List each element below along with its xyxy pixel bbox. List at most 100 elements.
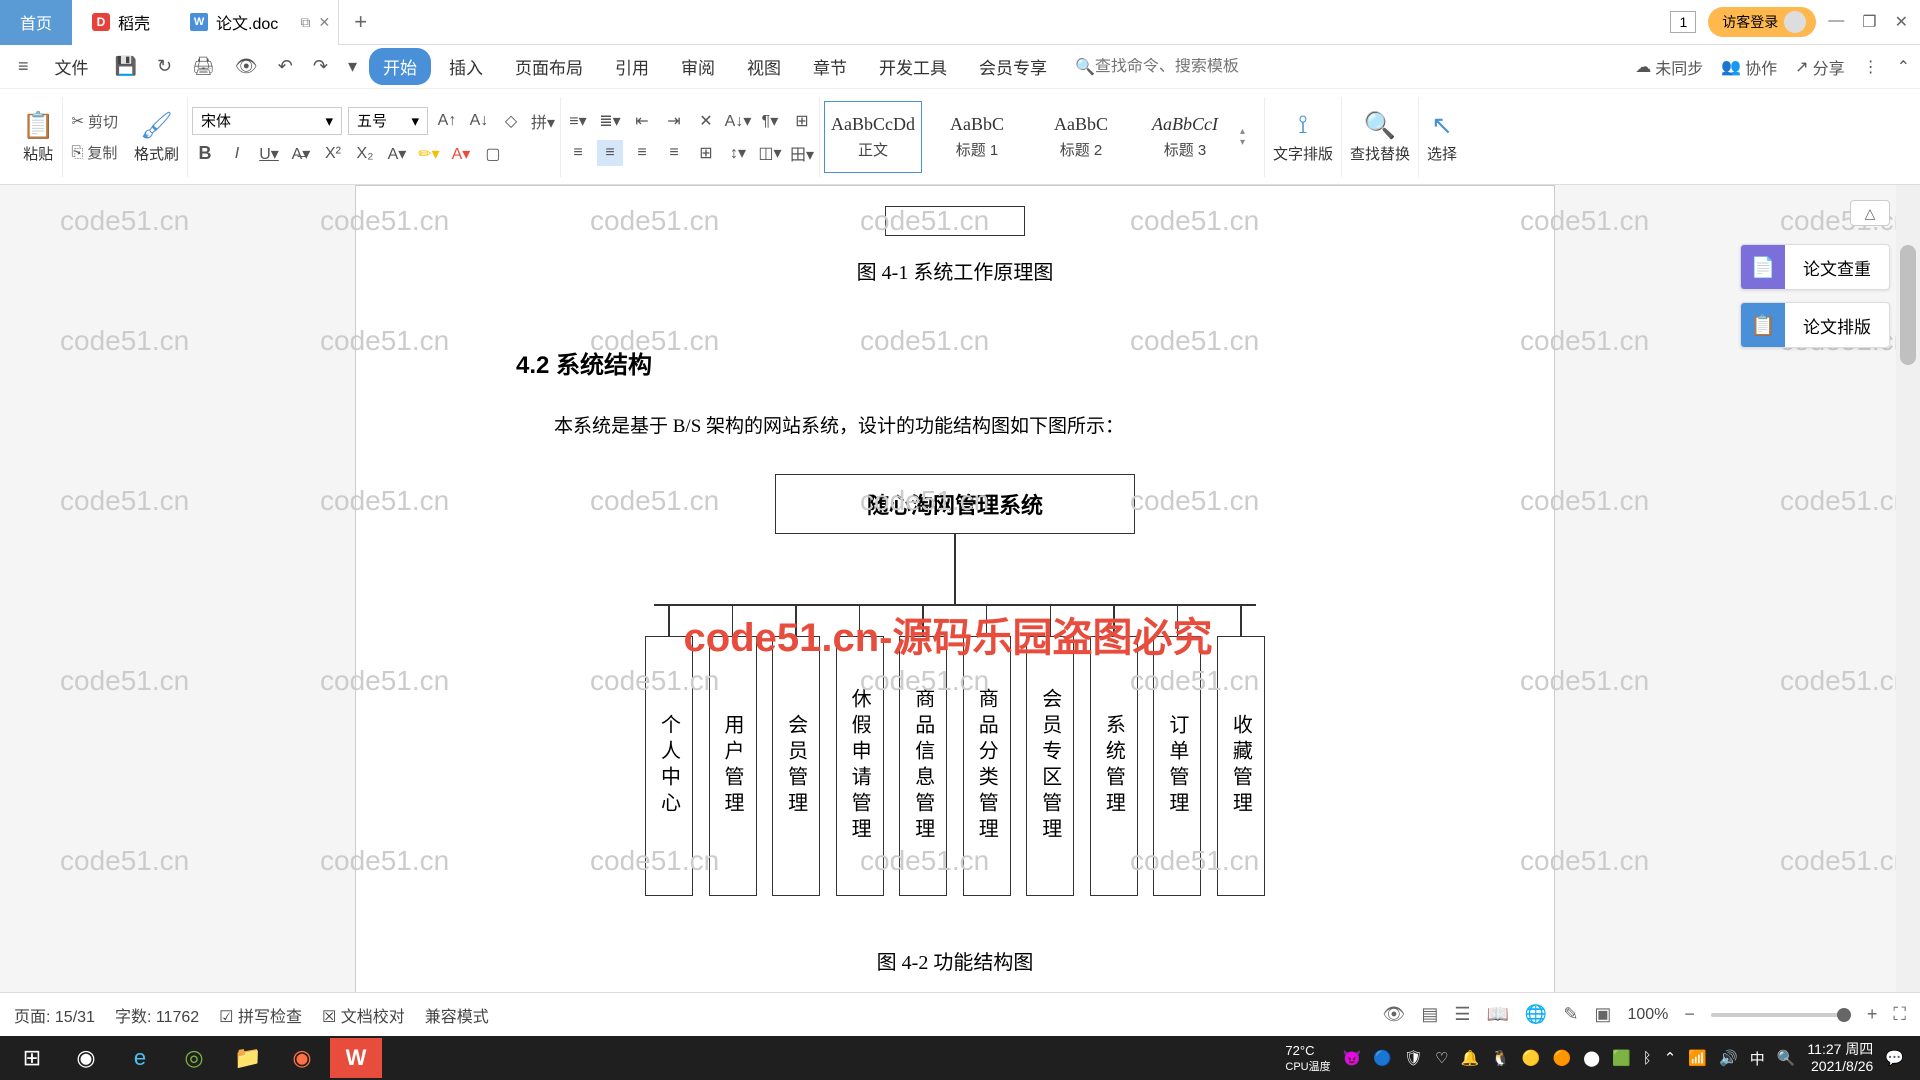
text-layout-group[interactable]: ⟟文字排版 [1265,97,1342,177]
tray-icon-2[interactable]: 🔵 [1373,1049,1392,1067]
show-marks-icon[interactable]: ¶▾ [757,108,783,134]
phonetic-icon[interactable]: 拼▾ [530,108,556,134]
view-web-icon[interactable]: 🌐 [1525,1004,1547,1025]
tray-icon-7[interactable]: 🟠 [1553,1049,1572,1067]
tray-bluetooth-icon[interactable]: ᛒ [1643,1050,1652,1067]
font-size-select[interactable]: 五号▾ [348,107,428,135]
menu-insert[interactable]: 插入 [435,48,497,85]
tab-add-button[interactable]: + [339,9,382,35]
cut-button[interactable]: ✂ 剪切 [67,109,122,134]
tray-wifi-icon[interactable]: 📶 [1688,1049,1707,1067]
align-justify-icon[interactable]: ≡ [661,140,687,166]
distribute-icon[interactable]: ⊞ [693,140,719,166]
paste-label[interactable]: 粘贴 [23,143,53,164]
view-outline-icon[interactable]: ☰ [1454,1004,1470,1025]
indent-decrease-icon[interactable]: ⇤ [629,108,655,134]
menu-view[interactable]: 视图 [733,48,795,85]
style-h2[interactable]: AaBbC标题 2 [1032,101,1130,173]
taskbar-explorer[interactable]: 📁 [222,1038,274,1078]
taskbar-clock[interactable]: 11:27 周四 2021/8/26 [1807,1041,1873,1075]
share-button[interactable]: ↗ 分享 [1795,55,1844,79]
align-center-icon[interactable]: ≡ [597,140,623,166]
login-button[interactable]: 访客登录 [1708,7,1816,37]
menu-pagelayout[interactable]: 页面布局 [501,48,597,85]
menu-start[interactable]: 开始 [369,48,431,85]
zoom-in-icon[interactable]: + [1867,1004,1878,1025]
tray-icon-8[interactable]: ⬤ [1583,1049,1600,1067]
tray-icon-9[interactable]: 🟩 [1612,1049,1631,1067]
tab-count[interactable]: 1 [1670,11,1696,33]
tab-close-icon[interactable]: ✕ [319,14,331,31]
edit-icon[interactable]: ✎ [1563,1004,1578,1025]
more-icon[interactable]: ⋮ [1863,57,1879,77]
tab-marks-icon[interactable]: ⊞ [789,108,815,134]
italic-button[interactable]: I [224,141,250,167]
maximize-icon[interactable]: ❐ [1862,12,1876,32]
tray-volume-icon[interactable]: 🔊 [1719,1049,1738,1067]
scroll-thumb[interactable] [1900,245,1916,365]
redo-icon[interactable]: ↷ [305,50,336,83]
start-button[interactable]: ⊞ [6,1038,58,1078]
menu-chapter[interactable]: 章节 [799,48,861,85]
align-left-icon[interactable]: ≡ [565,140,591,166]
close-window-icon[interactable]: ✕ [1895,12,1908,32]
underline-button[interactable]: U▾ [256,141,282,167]
menu-member[interactable]: 会员专享 [965,48,1061,85]
decrease-font-icon[interactable]: A↓ [466,108,492,134]
char-border-button[interactable]: ▢ [480,141,506,167]
style-h3[interactable]: AaBbCcI标题 3 [1136,101,1234,173]
minimize-icon[interactable]: — [1828,12,1844,32]
menu-devtools[interactable]: 开发工具 [865,48,961,85]
select-group[interactable]: ↖选择 [1419,97,1465,177]
increase-font-icon[interactable]: A↑ [434,108,460,134]
print-icon[interactable]: 🖨 [184,50,223,83]
paper-check-button[interactable]: 📄论文查重 [1740,244,1890,290]
tray-search-icon[interactable]: 🔍 [1777,1049,1796,1067]
tray-icon-5[interactable]: 🐧 [1491,1049,1510,1067]
eye-icon[interactable]: 👁 [1382,1004,1405,1025]
taskbar-ie[interactable]: e [114,1038,166,1078]
taskbar-app-2[interactable]: ◉ [276,1038,328,1078]
sidepanel-toggle[interactable]: △ [1850,200,1890,226]
status-words[interactable]: 字数: 11762 [115,1003,199,1027]
tray-icon-4[interactable]: ♡ [1435,1049,1448,1067]
text-effect-button[interactable]: A▾ [384,141,410,167]
bullet-list-icon[interactable]: ≡▾ [565,108,591,134]
menu-reference[interactable]: 引用 [601,48,663,85]
indent-increase-icon[interactable]: ⇥ [661,108,687,134]
search-box[interactable]: 🔍 [1075,57,1275,77]
zoom-level[interactable]: 100% [1627,1006,1668,1024]
taskbar-browser[interactable]: ◎ [168,1038,220,1078]
align-right-icon[interactable]: ≡ [629,140,655,166]
line-spacing-icon[interactable]: ↕▾ [725,140,751,166]
status-proof[interactable]: ☒ 文档校对 [322,1003,405,1027]
bold-button[interactable]: B [192,141,218,167]
tray-notify-icon[interactable]: 🔔 [1461,1049,1480,1067]
tray-ime-icon[interactable]: 中 [1750,1048,1765,1069]
view-read-icon[interactable]: 📖 [1486,1004,1508,1025]
fit-icon[interactable]: ▣ [1594,1004,1611,1025]
copy-button[interactable]: ⎘ 复制 [67,140,122,165]
asian-layout-icon[interactable]: ✕ [693,108,719,134]
collapse-ribbon-icon[interactable]: ⌃ [1897,57,1910,77]
tray-icon-1[interactable]: 😈 [1343,1049,1362,1067]
status-page[interactable]: 页面: 15/31 [14,1003,95,1027]
refresh-icon[interactable]: ↻ [149,50,180,83]
zoom-out-icon[interactable]: − [1684,1004,1695,1025]
vertical-scrollbar[interactable] [1896,185,1920,1024]
preview-icon[interactable]: 👁 [227,50,266,83]
tray-action-center-icon[interactable]: 💬 [1885,1049,1904,1067]
search-input[interactable] [1095,58,1275,76]
paper-layout-button[interactable]: 📋论文排版 [1740,302,1890,348]
font-name-select[interactable]: 宋体▾ [192,107,342,135]
find-replace-group[interactable]: 🔍查找替换 [1342,97,1419,177]
sync-button[interactable]: ☁ 未同步 [1635,55,1703,79]
paste-icon[interactable]: 📋 [22,110,54,141]
format-brush-label[interactable]: 格式刷 [134,143,179,164]
format-brush-icon[interactable]: 🖌 [140,110,173,141]
tray-icon-3[interactable]: 🛡 [1404,1049,1423,1067]
tab-doke[interactable]: D稻壳 [72,0,170,45]
border-icon[interactable]: 田▾ [789,140,815,166]
view-page-icon[interactable]: ▤ [1421,1004,1438,1025]
taskbar-app-1[interactable]: ◉ [60,1038,112,1078]
